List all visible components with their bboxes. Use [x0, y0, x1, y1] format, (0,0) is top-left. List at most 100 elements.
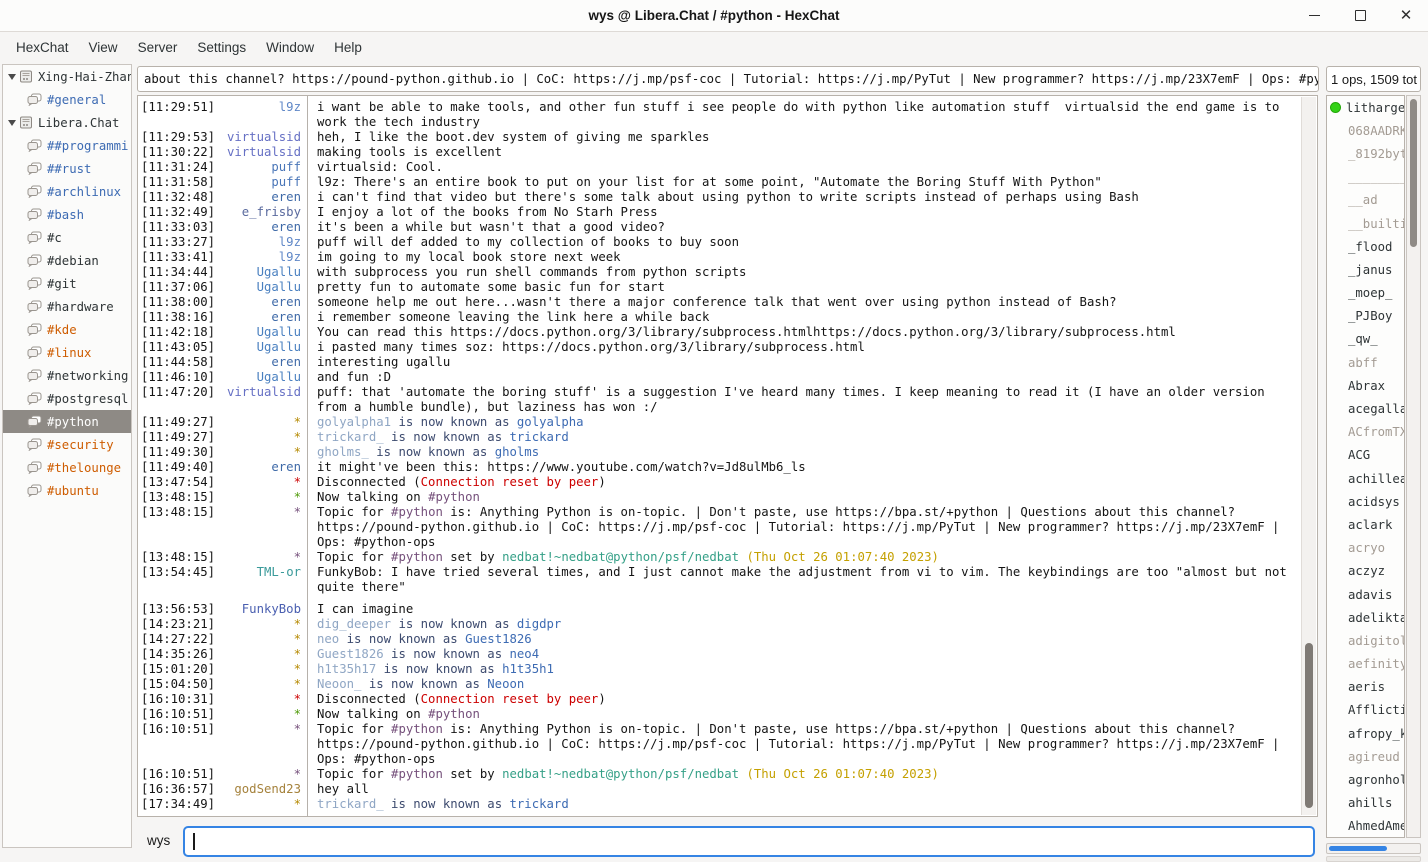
- own-nick-label[interactable]: wys: [147, 833, 170, 848]
- sidebar-item-git[interactable]: #git: [3, 272, 131, 295]
- expander-icon[interactable]: [8, 120, 16, 126]
- user-list-item[interactable]: abff: [1327, 351, 1404, 374]
- menu-help[interactable]: Help: [324, 35, 372, 60]
- chat-line: [11:38:16]ereni remember someone leaving…: [141, 310, 1300, 325]
- user-list-item[interactable]: adeliktas: [1327, 606, 1404, 629]
- nick: Ugallu: [257, 370, 301, 385]
- user-list-item[interactable]: aclark: [1327, 513, 1404, 536]
- sidebar-item-linux[interactable]: #linux: [3, 341, 131, 364]
- text-caret: [193, 833, 195, 850]
- message-text: it might've been this: https://www.youtu…: [317, 460, 1300, 475]
- user-list-item[interactable]: acidsys: [1327, 490, 1404, 513]
- sidebar-item-postgresql[interactable]: #postgresql: [3, 387, 131, 410]
- sidebar-item-programmi[interactable]: ##programmi: [3, 134, 131, 157]
- message-text: golyalpha1 is now known as golyalpha: [317, 415, 1300, 430]
- user-list-item[interactable]: aczyz: [1327, 560, 1404, 583]
- user-list[interactable]: litharge068AADRKN_8192byte__________ad__…: [1326, 95, 1405, 838]
- user-list-hscrollbar[interactable]: [1326, 843, 1421, 854]
- channel-icon: [27, 277, 42, 290]
- message-input[interactable]: [183, 826, 1315, 857]
- user-list-item[interactable]: aefinity: [1327, 653, 1404, 676]
- sidebar-item-networking[interactable]: #networking: [3, 364, 131, 387]
- user-list-item[interactable]: 068AADRKN: [1327, 119, 1404, 142]
- user-list-hscrollbar-thumb[interactable]: [1329, 846, 1387, 851]
- sidebar-item-debian[interactable]: #debian: [3, 249, 131, 272]
- user-list-item[interactable]: achilleas: [1327, 467, 1404, 490]
- sidebar-item-thelounge[interactable]: #thelounge: [3, 456, 131, 479]
- sidebar-item-security[interactable]: #security: [3, 433, 131, 456]
- sidebar-server-xing-hai-zhan[interactable]: Xing-Hai-Zhan: [3, 65, 131, 88]
- user-list-item[interactable]: ________: [1327, 166, 1404, 189]
- chat-line-meta: [11:30:22]virtualsid: [141, 145, 301, 160]
- user-list-item[interactable]: ACfromTX: [1327, 421, 1404, 444]
- nick: godSend23: [234, 782, 301, 797]
- expander-icon[interactable]: [8, 74, 16, 80]
- user-list-scrollbar[interactable]: [1406, 95, 1421, 838]
- chat-line: [14:23:21]*dig_deeper is now known as di…: [141, 617, 1300, 632]
- sidebar-item-general[interactable]: #general: [3, 88, 131, 111]
- user-list-item[interactable]: _PJBoy: [1327, 305, 1404, 328]
- user-list-scrollbar-thumb[interactable]: [1410, 99, 1417, 247]
- menu-settings[interactable]: Settings: [187, 35, 256, 60]
- timestamp: [11:33:03]: [141, 220, 215, 235]
- user-nick: acegalla-: [1348, 402, 1405, 416]
- sidebar-item-python[interactable]: #python: [3, 410, 131, 433]
- server-icon: [19, 70, 33, 83]
- server-tree[interactable]: Xing-Hai-Zhan#generalLibera.Chat##progra…: [2, 64, 132, 848]
- user-list-item[interactable]: _moep_: [1327, 282, 1404, 305]
- chat-scrollbar-thumb[interactable]: [1305, 643, 1313, 808]
- nick: puff: [271, 175, 301, 190]
- chat-line: [11:37:06]Ugallupretty fun to automate s…: [141, 280, 1300, 295]
- user-list-item[interactable]: adavis: [1327, 583, 1404, 606]
- user-list-item[interactable]: _flood: [1327, 235, 1404, 258]
- timestamp: [11:29:51]: [141, 100, 215, 130]
- user-list-item[interactable]: ahills: [1327, 792, 1404, 815]
- sidebar-item-hardware[interactable]: #hardware: [3, 295, 131, 318]
- user-list-item[interactable]: aeris: [1327, 676, 1404, 699]
- user-list-item[interactable]: adigitole: [1327, 629, 1404, 652]
- nick: *: [294, 505, 301, 550]
- menu-server[interactable]: Server: [128, 35, 188, 60]
- sidebar-item-ubuntu[interactable]: #ubuntu: [3, 479, 131, 502]
- maximize-icon[interactable]: [1352, 8, 1368, 24]
- channel-icon: [27, 208, 42, 221]
- sidebar-server-libera.chat[interactable]: Libera.Chat: [3, 111, 131, 134]
- user-list-item[interactable]: agronholm: [1327, 768, 1404, 791]
- user-list-item[interactable]: _qw_: [1327, 328, 1404, 351]
- chat-line: [11:34:44]Ugalluwith subprocess you run …: [141, 265, 1300, 280]
- user-list-item[interactable]: _8192byte: [1327, 142, 1404, 165]
- chat-line: [11:33:03]erenit's been a while but wasn…: [141, 220, 1300, 235]
- user-nick: acryo: [1348, 541, 1385, 555]
- menu-view[interactable]: View: [79, 35, 128, 60]
- menu-window[interactable]: Window: [256, 35, 324, 60]
- chat-area[interactable]: [11:29:51]l9zi want be able to make tool…: [137, 95, 1318, 817]
- close-icon[interactable]: ✕: [1398, 8, 1414, 24]
- user-list-item[interactable]: litharge: [1327, 96, 1404, 119]
- message-text: Topic for #python is: Anything Python is…: [317, 722, 1300, 767]
- sidebar-item-archlinux[interactable]: #archlinux: [3, 180, 131, 203]
- user-list-item[interactable]: AhmedAmer: [1327, 815, 1404, 838]
- sidebar-item-kde[interactable]: #kde: [3, 318, 131, 341]
- menu-hexchat[interactable]: HexChat: [6, 35, 79, 60]
- user-list-item[interactable]: _janus: [1327, 258, 1404, 281]
- user-list-item[interactable]: agireud: [1327, 745, 1404, 768]
- timestamp: [11:32:49]: [141, 205, 215, 220]
- sidebar-item-bash[interactable]: #bash: [3, 203, 131, 226]
- message-text: gholms_ is now known as gholms: [317, 445, 1300, 460]
- user-list-item[interactable]: __ad: [1327, 189, 1404, 212]
- sidebar-item-c[interactable]: #c: [3, 226, 131, 249]
- titlebar[interactable]: wys @ Libera.Chat / #python - HexChat ✕: [0, 0, 1428, 32]
- sidebar-item-rust[interactable]: ##rust: [3, 157, 131, 180]
- user-list-item[interactable]: __builtin: [1327, 212, 1404, 235]
- minimize-icon[interactable]: [1306, 8, 1322, 24]
- topic-input[interactable]: about this channel? https://pound-python…: [137, 66, 1319, 92]
- user-list-item[interactable]: afropy_ke: [1327, 722, 1404, 745]
- user-list-item[interactable]: acryo: [1327, 537, 1404, 560]
- tree-label: #thelounge: [47, 461, 121, 475]
- user-list-item[interactable]: Abrax: [1327, 374, 1404, 397]
- user-list-item[interactable]: Afflictio: [1327, 699, 1404, 722]
- chat-scrollbar[interactable]: [1301, 97, 1316, 815]
- timestamp: [11:46:10]: [141, 370, 215, 385]
- user-list-item[interactable]: acegalla-: [1327, 397, 1404, 420]
- user-list-item[interactable]: ACG: [1327, 444, 1404, 467]
